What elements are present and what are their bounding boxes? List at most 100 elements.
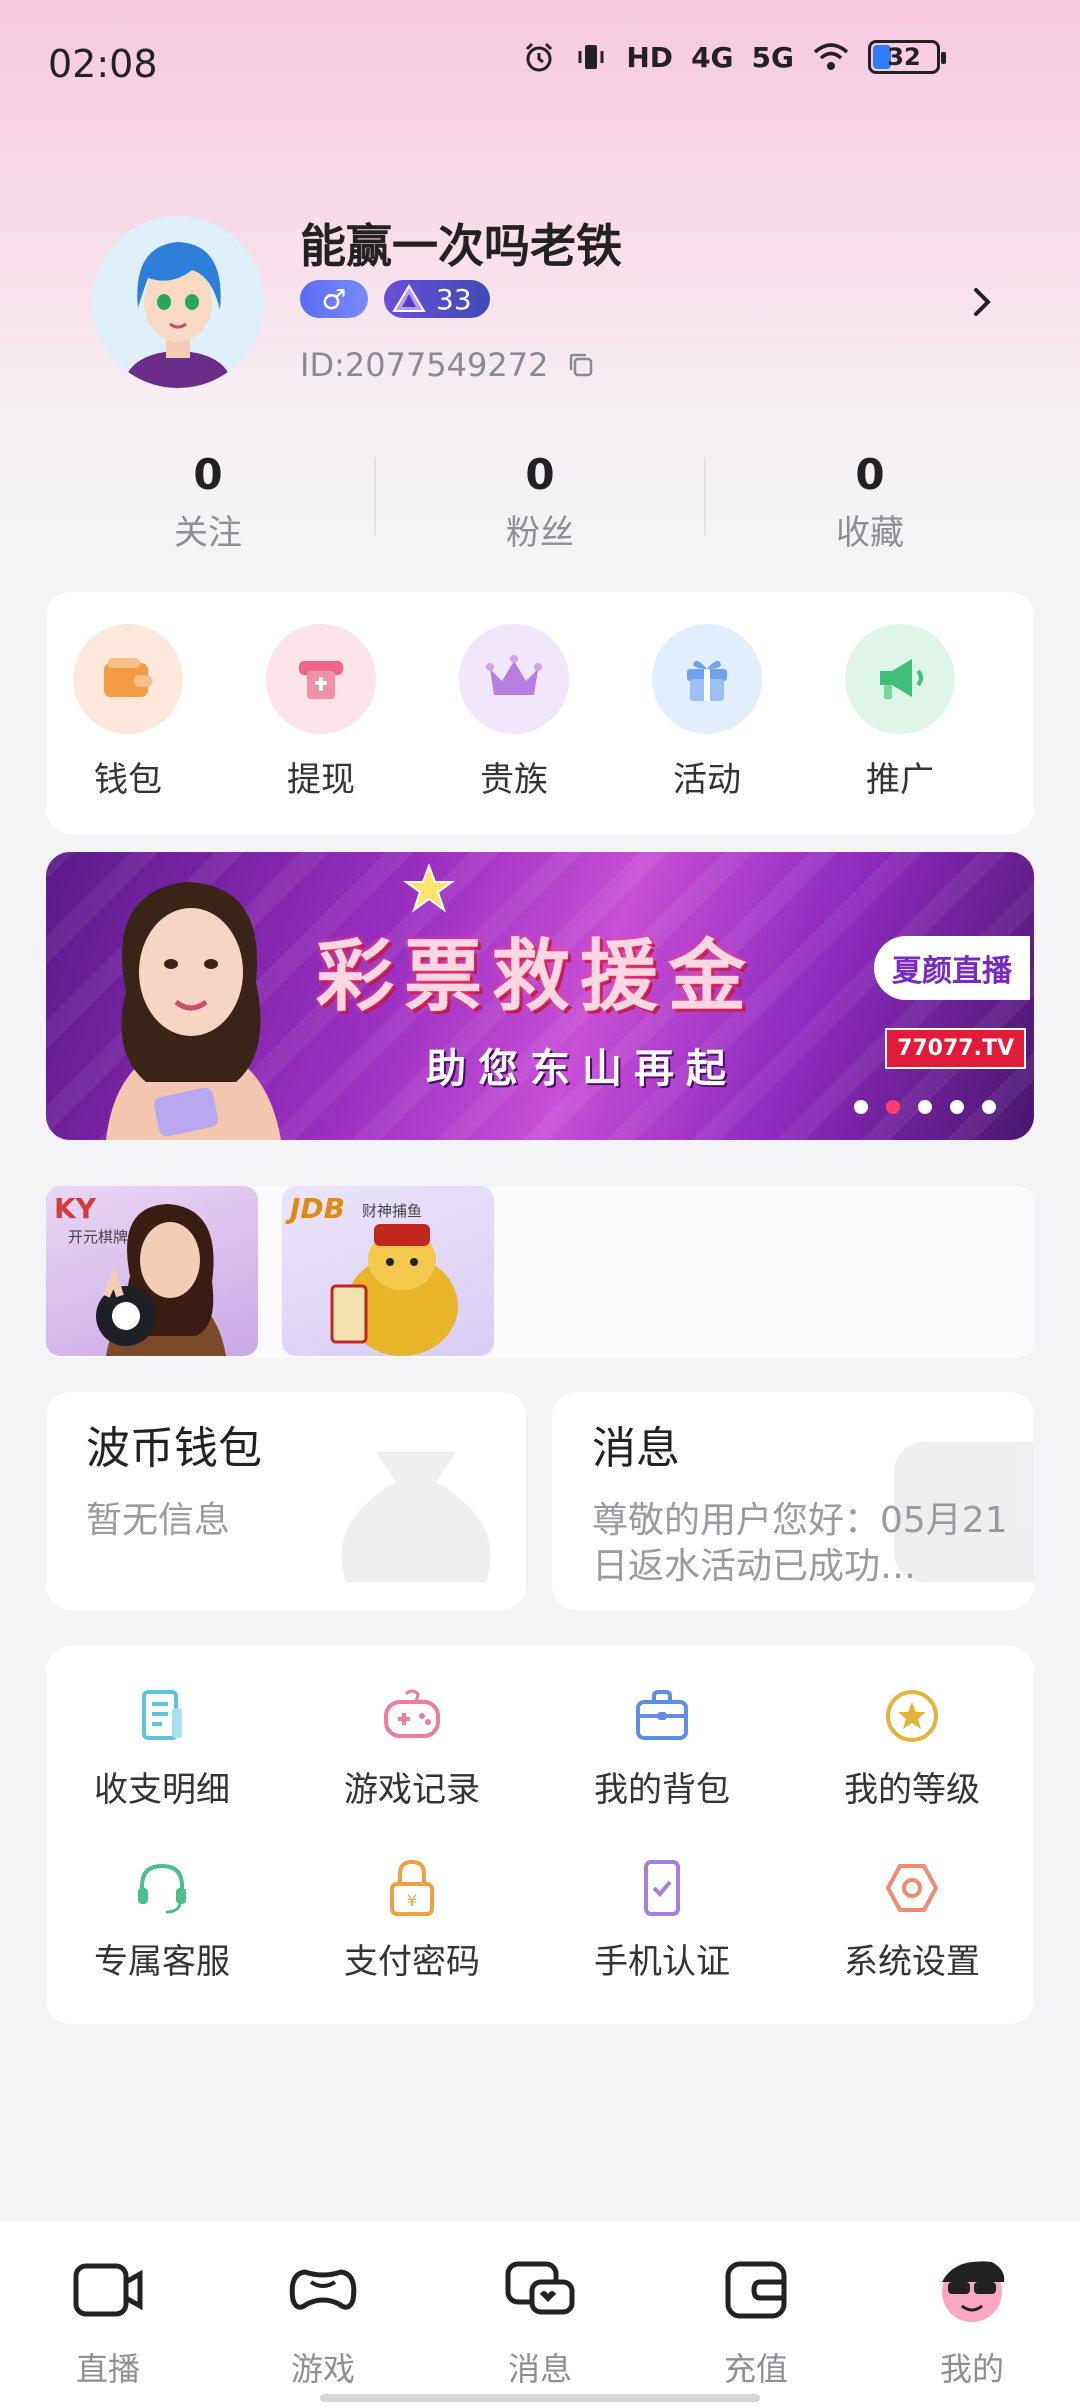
quick-wallet[interactable]: 钱包 bbox=[58, 624, 198, 801]
level-number: 33 bbox=[436, 282, 472, 316]
alarm-icon bbox=[526, 42, 553, 72]
pagination-dot[interactable] bbox=[918, 1100, 932, 1114]
banner-model-image bbox=[106, 882, 281, 1140]
func-settings[interactable]: 系统设置 bbox=[812, 1856, 1012, 1983]
tab-live[interactable]: 直播 bbox=[28, 2252, 188, 2390]
star-icon bbox=[402, 863, 456, 913]
banner-pagination bbox=[854, 1100, 996, 1114]
messages-title: 消息 bbox=[592, 1423, 680, 1474]
user-id-text: ID:2077549272 bbox=[300, 346, 549, 384]
stat-label: 粉丝 bbox=[506, 513, 574, 553]
stat-favorites[interactable]: 0 收藏 bbox=[760, 450, 980, 554]
pagination-dot-active[interactable] bbox=[886, 1100, 900, 1114]
level-badge: 33 bbox=[384, 280, 490, 318]
func-label: 手机认证 bbox=[594, 1942, 730, 1982]
quick-label: 钱包 bbox=[94, 760, 162, 800]
func-my-level[interactable]: 我的等级 bbox=[812, 1684, 1012, 1811]
nickname: 能赢一次吗老铁 bbox=[300, 219, 622, 273]
pagination-dot[interactable] bbox=[854, 1100, 868, 1114]
game-logo: KY bbox=[54, 1192, 96, 1225]
vibrate-icon bbox=[578, 45, 604, 69]
quick-activity[interactable]: 活动 bbox=[637, 624, 777, 801]
game-logo: JDB bbox=[290, 1192, 346, 1225]
stat-following[interactable]: 0 关注 bbox=[98, 450, 318, 554]
stats-row: 0 关注 0 粉丝 0 收藏 bbox=[0, 450, 1080, 553]
banner-subtitle: 助您东山再起 bbox=[426, 1046, 738, 1092]
pagination-dot[interactable] bbox=[982, 1100, 996, 1114]
tab-label: 我的 bbox=[939, 2350, 1004, 2388]
quick-label: 推广 bbox=[866, 760, 934, 800]
func-customer-service[interactable]: 专属客服 bbox=[62, 1856, 262, 1983]
tab-label: 游戏 bbox=[290, 2350, 355, 2388]
stat-divider bbox=[704, 458, 706, 536]
func-game-records[interactable]: 游戏记录 bbox=[312, 1684, 512, 1811]
pagination-dot[interactable] bbox=[950, 1100, 964, 1114]
quick-withdraw[interactable]: 提现 bbox=[251, 624, 391, 801]
network-5g-icon: 5G bbox=[751, 40, 794, 74]
func-phone-verify[interactable]: 手机认证 bbox=[562, 1856, 762, 1983]
status-icons: HD 4G 5G 32 bbox=[522, 40, 946, 74]
func-pay-password[interactable]: ¥ 支付密码 bbox=[312, 1856, 512, 1983]
avatar[interactable] bbox=[92, 216, 264, 388]
wallet-icon bbox=[73, 624, 183, 734]
coin-wallet-card[interactable]: 波币钱包 暂无信息 bbox=[46, 1392, 526, 1610]
lock-icon: ¥ bbox=[390, 1859, 434, 1916]
chat-icon bbox=[505, 2261, 575, 2315]
game-name: 财神捕鱼 bbox=[362, 1202, 423, 1220]
stat-fans[interactable]: 0 粉丝 bbox=[430, 450, 650, 554]
tab-label: 直播 bbox=[75, 2350, 140, 2388]
stat-label: 关注 bbox=[174, 513, 242, 553]
func-label: 游戏记录 bbox=[344, 1770, 480, 1810]
crown-icon bbox=[459, 624, 569, 734]
game-controller-icon bbox=[289, 2269, 357, 2310]
tab-games[interactable]: 游戏 bbox=[243, 2252, 403, 2390]
stat-value: 0 bbox=[855, 450, 885, 499]
banner-title: 彩票救援金 bbox=[316, 932, 757, 1022]
svg-text:¥: ¥ bbox=[407, 1891, 417, 1910]
network-4g-icon: 4G bbox=[691, 40, 734, 74]
tab-mine[interactable]: 我的 bbox=[892, 2252, 1052, 2390]
tab-label: 充值 bbox=[723, 2350, 788, 2388]
battery-icon: 32 bbox=[868, 40, 946, 74]
quick-promote[interactable]: 推广 bbox=[830, 624, 970, 801]
home-indicator[interactable] bbox=[320, 2394, 760, 2402]
status-bar: 02:08 HD 4G 5G 32 bbox=[0, 0, 1080, 120]
func-label: 我的等级 bbox=[844, 1770, 980, 1810]
tab-label: 消息 bbox=[507, 2350, 572, 2388]
game-tile-ky[interactable]: KY 开元棋牌 bbox=[46, 1186, 258, 1356]
func-label: 系统设置 bbox=[844, 1942, 980, 1982]
stat-value: 0 bbox=[193, 450, 223, 499]
wallet-title: 波币钱包 bbox=[86, 1423, 262, 1474]
profile-avatar-icon bbox=[942, 2261, 1005, 2322]
games-strip: KY 开元棋牌 JDB 财神捕鱼 bbox=[46, 1186, 1034, 1358]
func-transactions[interactable]: 收支明细 bbox=[62, 1684, 262, 1811]
stat-divider bbox=[374, 458, 376, 536]
tab-messages[interactable]: 消息 bbox=[460, 2252, 620, 2390]
stat-value: 0 bbox=[525, 450, 555, 499]
gender-badge: ♂ bbox=[300, 280, 368, 318]
gift-icon bbox=[652, 624, 762, 734]
messages-card[interactable]: 消息 尊敬的用户您好：05月21日返水活动已成功… bbox=[552, 1392, 1034, 1610]
banner-tag: 夏颜直播 bbox=[874, 936, 1030, 1000]
chevron-right-icon[interactable] bbox=[962, 282, 1002, 322]
quick-label: 贵族 bbox=[480, 760, 548, 800]
func-label: 支付密码 bbox=[344, 1942, 480, 1982]
func-backpack[interactable]: 我的背包 bbox=[562, 1684, 762, 1811]
quick-label: 活动 bbox=[673, 760, 741, 800]
user-id: ID:2077549272 bbox=[300, 346, 596, 384]
profile-badges: ♂ 33 bbox=[300, 280, 490, 318]
bottom-tab-bar: 直播 游戏 消息 充值 我的 bbox=[0, 2222, 1080, 2408]
withdraw-icon bbox=[266, 624, 376, 734]
game-name: 开元棋牌 bbox=[68, 1228, 129, 1246]
gamepad-icon bbox=[384, 1689, 440, 1738]
tab-recharge[interactable]: 充值 bbox=[676, 2252, 836, 2390]
func-label: 专属客服 bbox=[94, 1942, 230, 1982]
promo-banner[interactable]: 彩票救援金 助您东山再起 夏颜直播 77077.TV bbox=[46, 852, 1034, 1140]
quick-noble[interactable]: 贵族 bbox=[444, 624, 584, 801]
functions-card: 收支明细 游戏记录 我的背包 我的等级 专属客服 ¥ 支付密码 手机认证 系统设… bbox=[46, 1646, 1034, 2024]
copy-icon[interactable] bbox=[566, 350, 596, 380]
backpack-icon bbox=[636, 1690, 688, 1740]
ledger-icon bbox=[142, 1690, 182, 1740]
game-tile-jdb[interactable]: JDB 财神捕鱼 bbox=[282, 1186, 494, 1356]
male-icon: ♂ bbox=[321, 282, 347, 316]
